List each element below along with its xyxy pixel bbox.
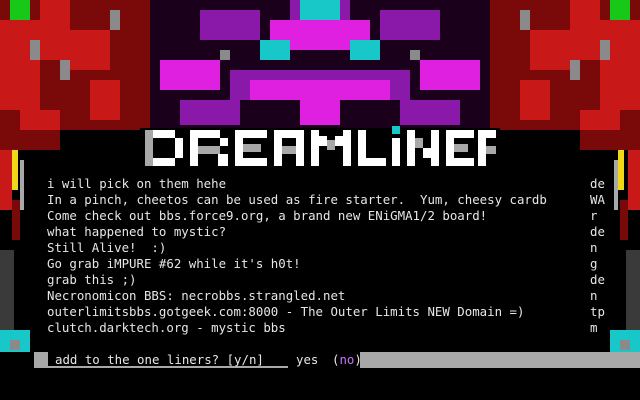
oneliner-text: grab this ;) — [47, 272, 137, 287]
oneliner-text: Come check out bbs.force9.org, a brand n… — [47, 208, 488, 223]
oneliner-author: de — [590, 272, 605, 287]
oneliner-text: In a pinch, cheetos can be used as fire … — [47, 192, 547, 207]
oneliner-author: de — [590, 176, 605, 191]
oneliner-author: tp — [590, 304, 605, 319]
oneliner-text: what happened to mystic? — [47, 224, 227, 239]
prompt-question-label: add to the one liners? — [55, 352, 227, 367]
oneliner-author: g — [590, 256, 598, 271]
oneliner-author: de — [590, 224, 605, 239]
no-option[interactable]: (no) — [332, 352, 362, 368]
oneliner-text: clutch.darktech.org - mystic bbs — [47, 320, 286, 335]
oneliner-text: outerlimitsbbs.gotgeek.com:8000 - The Ou… — [47, 304, 525, 319]
prompt-bar-right-fill — [360, 352, 640, 368]
oneliner-text: Still Alive! :) — [47, 240, 167, 255]
oneliner-text: Go grab iMPURE #62 while it's h0t! — [47, 256, 301, 271]
oneliner-author: WA — [590, 192, 605, 207]
oneliners-list: i will pick on them hehe In a pinch, che… — [47, 176, 587, 336]
oneliner-author: n — [590, 288, 598, 303]
prompt-question: add to the one liners? [y/n] — [55, 352, 264, 368]
oneliners-authors: de WA r de n g de n tp m — [590, 176, 630, 336]
right-red-tentacles — [490, 0, 640, 150]
oneliner-text: Necronomicon BBS: necrobbs.strangled.net — [47, 288, 346, 303]
logo-blocks — [140, 126, 500, 170]
no-close-paren: ) — [354, 352, 362, 367]
left-red-tentacles — [0, 0, 150, 150]
oneliner-author: m — [590, 320, 598, 335]
prompt-bar: add to the one liners? [y/n] yes (no) — [0, 352, 640, 368]
no-option-label: no — [339, 352, 355, 367]
oneliner-text: i will pick on them hehe — [47, 176, 227, 191]
center-magenta-ornament — [150, 0, 490, 130]
prompt-bar-left-cap — [34, 352, 48, 368]
oneliner-author: r — [590, 208, 598, 223]
left-frame-pillar — [0, 150, 30, 352]
yes-option[interactable]: yes — [296, 352, 318, 368]
prompt-keys: [y/n] — [226, 352, 264, 367]
oneliner-author: n — [590, 240, 598, 255]
